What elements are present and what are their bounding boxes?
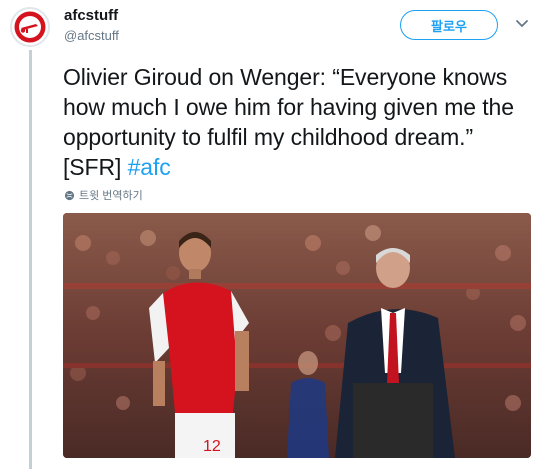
translate-tweet-link[interactable]: 트윗 번역하기	[64, 187, 143, 203]
photo-illustration: 12	[63, 213, 531, 458]
chevron-down-icon[interactable]	[512, 14, 532, 34]
globe-icon	[64, 190, 75, 200]
arsenal-cannon-logo-icon	[13, 10, 47, 44]
user-handle[interactable]: @afcstuff	[64, 28, 119, 43]
avatar[interactable]	[10, 7, 50, 47]
shirt-number: 12	[203, 438, 221, 455]
tweet-photo[interactable]: 12	[63, 213, 531, 458]
hashtag-link[interactable]: #afc	[128, 154, 171, 180]
display-name[interactable]: afcstuff	[64, 7, 118, 24]
thread-line	[29, 50, 32, 469]
tweet-text: Olivier Giroud on Wenger: “Everyone know…	[63, 62, 533, 182]
follow-button[interactable]: 팔로우	[400, 10, 498, 40]
translate-label: 트윗 번역하기	[79, 190, 143, 202]
